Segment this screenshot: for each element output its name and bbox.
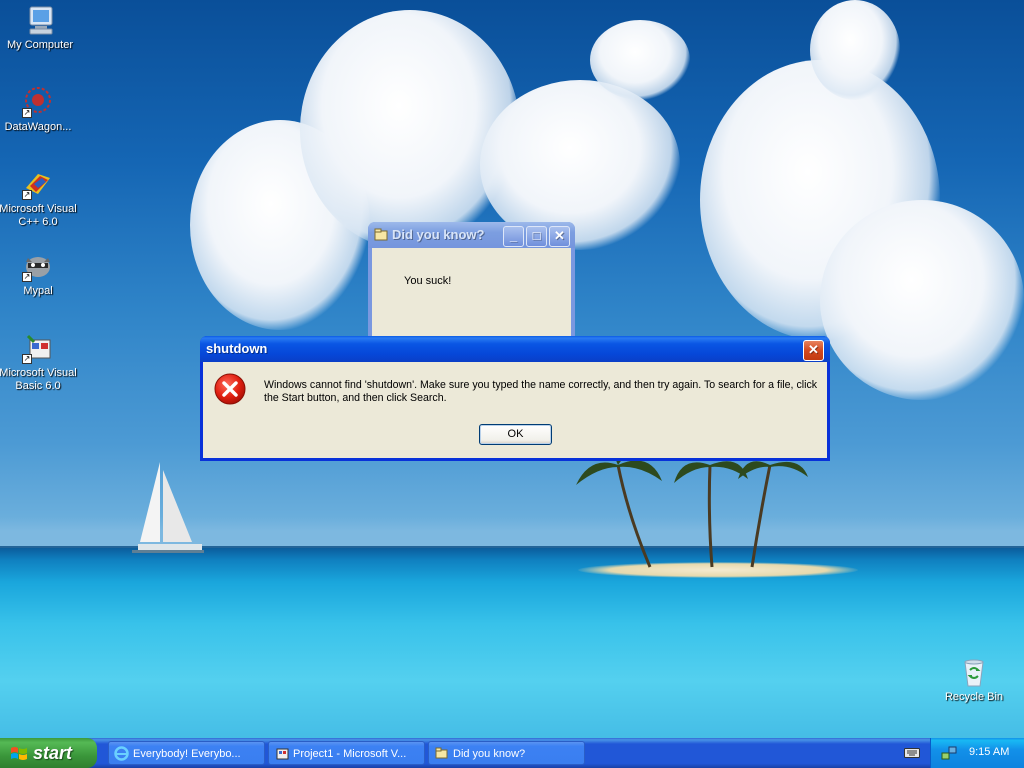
shutdown-titlebar[interactable]: shutdown ✕ bbox=[200, 336, 830, 362]
window-title: Did you know? bbox=[392, 227, 485, 242]
background-cloud bbox=[810, 0, 900, 100]
start-label: start bbox=[33, 743, 73, 763]
desktop-icon-recycle-bin[interactable]: Recycle Bin bbox=[934, 656, 1014, 704]
error-icon bbox=[214, 373, 246, 405]
desktop-icon-label: Mypal bbox=[23, 285, 53, 297]
shortcut-arrow-icon: ↗ bbox=[22, 354, 32, 364]
window-title: shutdown bbox=[206, 341, 268, 356]
close-icon: ✕ bbox=[554, 228, 565, 243]
network-icon[interactable] bbox=[941, 745, 957, 761]
visual-basic-icon: ↗ bbox=[22, 332, 54, 364]
visual-basic-icon bbox=[276, 748, 289, 760]
desktop: My Computer ↗ DataWagon... ↗ Microsoft V… bbox=[0, 0, 1024, 738]
system-tray: 9:15 AM bbox=[930, 738, 1024, 768]
desktop-icon-label: Microsoft Visual Basic 6.0 bbox=[0, 367, 77, 392]
taskbar-item-project1[interactable]: Project1 - Microsoft V... bbox=[268, 741, 425, 765]
window-app-icon bbox=[435, 747, 448, 759]
desktop-icon-label: Recycle Bin bbox=[944, 691, 1004, 703]
computer-icon bbox=[24, 4, 56, 36]
sea bbox=[0, 548, 1024, 738]
desktop-icon-label: DataWagon... bbox=[4, 121, 72, 133]
desktop-icon-mypal[interactable]: ↗ Mypal bbox=[0, 250, 78, 298]
shortcut-arrow-icon: ↗ bbox=[22, 190, 32, 200]
desktop-icon-label: My Computer bbox=[6, 39, 74, 51]
did-you-know-message: You suck! bbox=[404, 275, 452, 287]
clock[interactable]: 9:15 AM bbox=[969, 746, 1009, 758]
windows-flag-icon bbox=[11, 747, 27, 760]
background-cloud bbox=[300, 10, 520, 250]
taskbar-item-label: Did you know? bbox=[453, 748, 526, 760]
shortcut-arrow-icon: ↗ bbox=[22, 108, 32, 118]
mypal-raccoon-icon: ↗ bbox=[22, 250, 54, 282]
palm-trees bbox=[576, 455, 808, 568]
sailboat bbox=[132, 462, 204, 553]
shutdown-error-dialog[interactable]: shutdown ✕ Windows cannot find 'shutdown… bbox=[200, 336, 830, 461]
desktop-icon-my-computer[interactable]: My Computer bbox=[0, 4, 80, 52]
datawagon-icon: ↗ bbox=[22, 86, 54, 118]
taskbar-item-everybody[interactable]: Everybody! Everybo... bbox=[108, 741, 265, 765]
taskbar: start Everybody! Everybo... Project1 - M… bbox=[0, 738, 1024, 768]
visual-cpp-icon: ↗ bbox=[22, 168, 54, 200]
did-you-know-window[interactable]: Did you know? _ □ ✕ You suck! bbox=[368, 222, 575, 340]
taskbar-item-did-you-know[interactable]: Did you know? bbox=[428, 741, 585, 765]
maximize-icon: □ bbox=[532, 228, 541, 243]
window-app-icon bbox=[374, 228, 388, 241]
background-cloud bbox=[590, 20, 690, 100]
minimize-icon: _ bbox=[509, 228, 518, 243]
taskbar-item-label: Everybody! Everybo... bbox=[133, 748, 241, 760]
desktop-icon-visual-cpp[interactable]: ↗ Microsoft Visual C++ 6.0 bbox=[0, 168, 78, 229]
desktop-icon-label: Microsoft Visual C++ 6.0 bbox=[0, 203, 77, 228]
close-icon: ✕ bbox=[808, 342, 819, 357]
shutdown-client: Windows cannot find 'shutdown'. Make sur… bbox=[203, 362, 827, 458]
internet-explorer-icon bbox=[114, 746, 129, 761]
desktop-icon-datawagon[interactable]: ↗ DataWagon... bbox=[0, 86, 78, 134]
recycle-bin-icon bbox=[958, 656, 990, 688]
did-you-know-client: You suck! bbox=[372, 248, 571, 336]
minimize-button[interactable]: _ bbox=[503, 226, 524, 247]
close-button[interactable]: ✕ bbox=[803, 340, 824, 361]
background-cloud bbox=[820, 200, 1024, 400]
close-button[interactable]: ✕ bbox=[549, 226, 570, 247]
maximize-button[interactable]: □ bbox=[526, 226, 547, 247]
error-message: Windows cannot find 'shutdown'. Make sur… bbox=[264, 379, 818, 404]
did-you-know-titlebar[interactable]: Did you know? _ □ ✕ bbox=[368, 222, 575, 248]
ok-button[interactable]: OK bbox=[479, 424, 552, 445]
start-button[interactable]: start bbox=[0, 738, 97, 768]
desktop-icon-visual-basic[interactable]: ↗ Microsoft Visual Basic 6.0 bbox=[0, 332, 78, 393]
taskbar-item-label: Project1 - Microsoft V... bbox=[293, 748, 407, 760]
keyboard-icon[interactable] bbox=[904, 747, 920, 759]
shortcut-arrow-icon: ↗ bbox=[22, 272, 32, 282]
